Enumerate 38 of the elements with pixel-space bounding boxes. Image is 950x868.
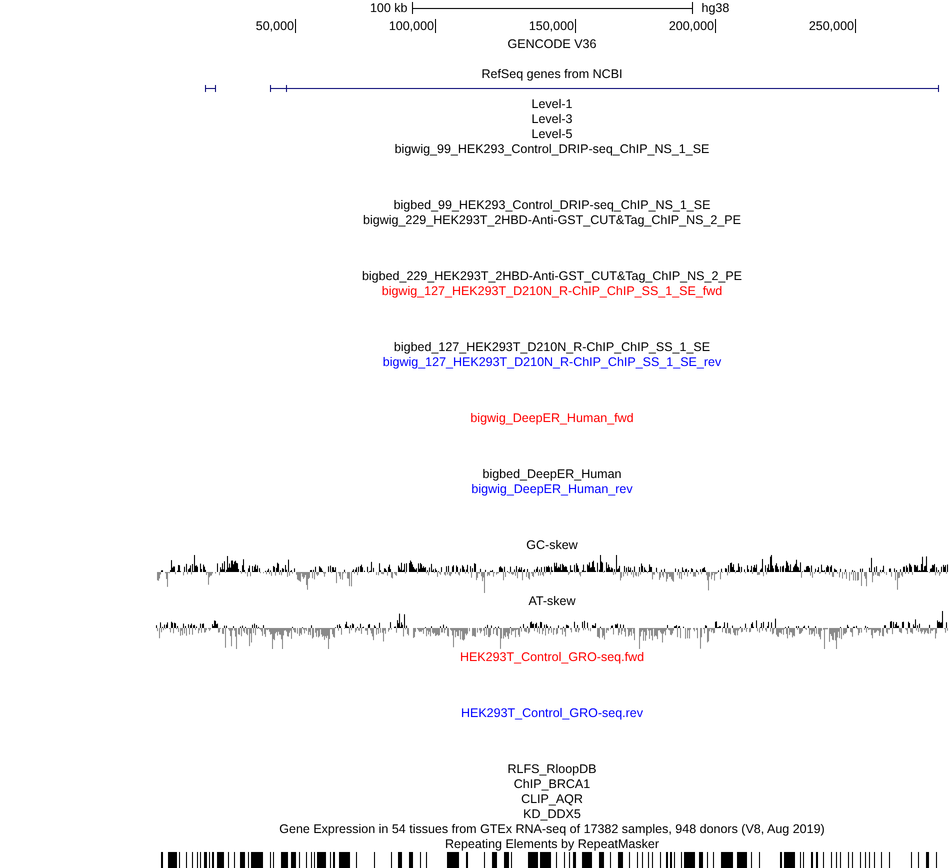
ruler-tick [435, 19, 436, 33]
ruler-tick [715, 19, 716, 33]
ruler-tick-label: 150,000 [528, 19, 574, 33]
ruler-tick [575, 19, 576, 33]
track-label: HEK293T_Control_GRO-seq.fwd [460, 650, 644, 665]
track-label: bigbed_229_HEK293T_2HBD-Anti-GST_CUT&Tag_ChIP_NS_2_PE [362, 269, 742, 284]
track-label: bigbed_99_HEK293_Control_DRIP-seq_ChIP_NS_1_SE [394, 198, 710, 213]
track-label: Repeating Elements by RepeatMasker [444, 837, 659, 852]
track-label: GENCODE V36 [508, 37, 596, 52]
track-label: bigwig_99_HEK293_Control_DRIP-seq_ChIP_NS_1_SE [394, 142, 710, 157]
track-label: RefSeq genes from NCBI [481, 67, 623, 82]
ruler-tick-label: 100,000 [388, 19, 434, 33]
scale-label: 100 kb [370, 1, 408, 15]
ruler-tick-label: 250,000 [808, 19, 854, 33]
assembly-label: hg38 [702, 1, 730, 15]
track-label: Level-5 [532, 127, 572, 142]
track-label: RLFS_RloopDB [508, 762, 596, 777]
track-label: bigwig_127_HEK293T_D210N_R-ChIP_ChIP_SS_1_SE_fwd [382, 284, 722, 299]
track-label: Level-1 [532, 97, 572, 112]
track-label: HEK293T_Control_GRO-seq.rev [460, 706, 644, 721]
track-label: bigbed_127_HEK293T_D210N_R-ChIP_ChIP_SS_1_SE [394, 340, 710, 355]
track-label: bigwig_127_HEK293T_D210N_R-ChIP_ChIP_SS_1_SE_rev [382, 355, 722, 370]
ruler-tick-label: 200,000 [668, 19, 714, 33]
track-label: CLIP_AQR [521, 792, 583, 807]
track-label: bigwig_DeepER_Human_rev [471, 482, 633, 497]
track-label: ChIP_BRCA1 [514, 777, 590, 792]
ruler-tick [855, 19, 856, 33]
track-label: bigbed_DeepER_Human [482, 467, 622, 482]
track-label: KD_DDX5 [523, 807, 581, 822]
track-label: bigwig_DeepER_Human_fwd [470, 411, 634, 426]
ruler-tick [295, 19, 296, 33]
track-label: Level-3 [532, 112, 572, 127]
track-label: GC-skew [526, 538, 578, 553]
ruler-tick-label: 50,000 [256, 19, 294, 33]
track-label: Gene Expression in 54 tissues from GTEx RNA-seq of 17382 samples, 948 donors (V8, Aug 2019) [279, 822, 825, 837]
track-label: bigwig_229_HEK293T_2HBD-Anti-GST_CUT&Tag_ChIP_NS_2_PE [363, 213, 741, 228]
gene-feature [204, 84, 216, 92]
track-label: AT-skew [528, 594, 576, 609]
